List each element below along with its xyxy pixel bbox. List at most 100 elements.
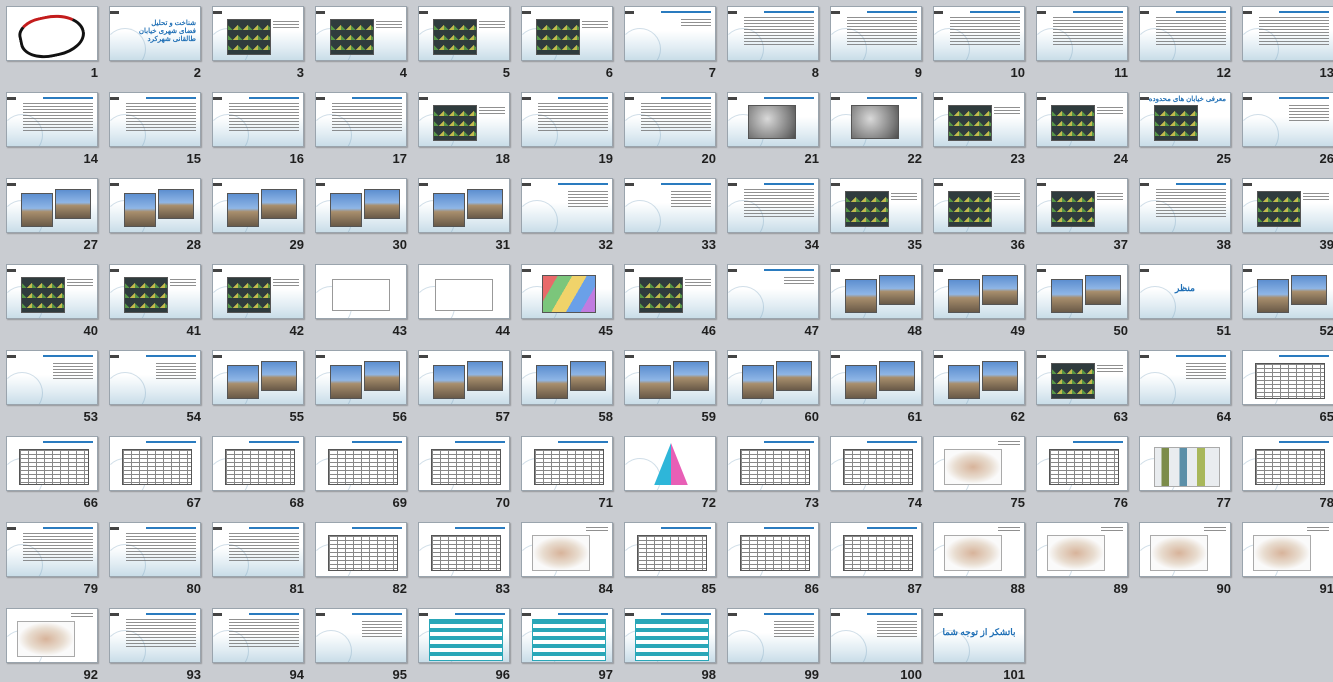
slide-thumbnail-33[interactable]: 33	[624, 178, 716, 252]
slide-thumbnail-95[interactable]: 95	[315, 608, 407, 682]
slide-thumbnail-27[interactable]: 27	[6, 178, 98, 252]
slide-thumbnail-39[interactable]: 39	[1242, 178, 1333, 252]
slide-thumbnail-10[interactable]: 10	[933, 6, 1025, 80]
slide-thumbnail-65[interactable]: 65	[1242, 350, 1333, 424]
slide-thumbnail-17[interactable]: 17	[315, 92, 407, 166]
slide-thumbnail-70[interactable]: 70	[418, 436, 510, 510]
slide-thumbnail-15[interactable]: 15	[109, 92, 201, 166]
slide-thumbnail-32[interactable]: 32	[521, 178, 613, 252]
slide-thumbnail-13[interactable]: 13	[1242, 6, 1333, 80]
slide-thumbnail-9[interactable]: 9	[830, 6, 922, 80]
slide-thumbnail-85[interactable]: 85	[624, 522, 716, 596]
slide-thumbnail-74[interactable]: 74	[830, 436, 922, 510]
slide-thumbnail-58[interactable]: 58	[521, 350, 613, 424]
slide-thumbnail-77[interactable]: 77	[1139, 436, 1231, 510]
slide-thumbnail-29[interactable]: 29	[212, 178, 304, 252]
slide-thumbnail-5[interactable]: 5	[418, 6, 510, 80]
slide-thumbnail-93[interactable]: 93	[109, 608, 201, 682]
slide-thumbnail-3[interactable]: 3	[212, 6, 304, 80]
slide-thumbnail-51[interactable]: منظر 51	[1139, 264, 1231, 338]
slide-thumbnail-89[interactable]: 89	[1036, 522, 1128, 596]
slide-thumbnail-84[interactable]: 84	[521, 522, 613, 596]
slide-thumbnail-96[interactable]: 96	[418, 608, 510, 682]
slide-thumbnail-78[interactable]: 78	[1242, 436, 1333, 510]
slide-thumbnail-62[interactable]: 62	[933, 350, 1025, 424]
slide-thumbnail-59[interactable]: 59	[624, 350, 716, 424]
slide-thumbnail-91[interactable]: 91	[1242, 522, 1333, 596]
slide-thumbnail-30[interactable]: 30	[315, 178, 407, 252]
slide-thumbnail-87[interactable]: 87	[830, 522, 922, 596]
slide-thumbnail-1[interactable]: 1	[6, 6, 98, 80]
slide-thumbnail-79[interactable]: 79	[6, 522, 98, 596]
slide-thumbnail-56[interactable]: 56	[315, 350, 407, 424]
slide-thumbnail-92[interactable]: 92	[6, 608, 98, 682]
slide-thumbnail-22[interactable]: 22	[830, 92, 922, 166]
slide-thumbnail-40[interactable]: 40	[6, 264, 98, 338]
slide-thumbnail-64[interactable]: 64	[1139, 350, 1231, 424]
slide-thumbnail-80[interactable]: 80	[109, 522, 201, 596]
slide-thumbnail-34[interactable]: 34	[727, 178, 819, 252]
slide-thumbnail-4[interactable]: 4	[315, 6, 407, 80]
slide-thumbnail-31[interactable]: 31	[418, 178, 510, 252]
slide-thumbnail-16[interactable]: 16	[212, 92, 304, 166]
slide-thumbnail-101[interactable]: باتشکر از توجه شما 101	[933, 608, 1025, 682]
slide-thumbnail-45[interactable]: 45	[521, 264, 613, 338]
slide-thumbnail-6[interactable]: 6	[521, 6, 613, 80]
slide-thumbnail-12[interactable]: 12	[1139, 6, 1231, 80]
slide-thumbnail-47[interactable]: 47	[727, 264, 819, 338]
slide-thumbnail-54[interactable]: 54	[109, 350, 201, 424]
slide-thumbnail-21[interactable]: 21	[727, 92, 819, 166]
slide-thumbnail-75[interactable]: 75	[933, 436, 1025, 510]
slide-thumbnail-52[interactable]: 52	[1242, 264, 1333, 338]
slide-thumbnail-42[interactable]: 42	[212, 264, 304, 338]
slide-thumbnail-14[interactable]: 14	[6, 92, 98, 166]
slide-thumbnail-53[interactable]: 53	[6, 350, 98, 424]
slide-thumbnail-88[interactable]: 88	[933, 522, 1025, 596]
slide-thumbnail-94[interactable]: 94	[212, 608, 304, 682]
slide-thumbnail-28[interactable]: 28	[109, 178, 201, 252]
slide-thumbnail-25[interactable]: معرفی خیابان های محدوده 25	[1139, 92, 1231, 166]
slide-thumbnail-36[interactable]: 36	[933, 178, 1025, 252]
slide-thumbnail-63[interactable]: 63	[1036, 350, 1128, 424]
slide-thumbnail-19[interactable]: 19	[521, 92, 613, 166]
slide-thumbnail-98[interactable]: 98	[624, 608, 716, 682]
slide-thumbnail-67[interactable]: 67	[109, 436, 201, 510]
slide-thumbnail-83[interactable]: 83	[418, 522, 510, 596]
slide-thumbnail-11[interactable]: 11	[1036, 6, 1128, 80]
slide-thumbnail-49[interactable]: 49	[933, 264, 1025, 338]
slide-thumbnail-2[interactable]: شناخت و تحلیل فضای شهری خیابان طالقانی ش…	[109, 6, 201, 80]
slide-thumbnail-55[interactable]: 55	[212, 350, 304, 424]
slide-thumbnail-48[interactable]: 48	[830, 264, 922, 338]
slide-thumbnail-43[interactable]: 43	[315, 264, 407, 338]
slide-thumbnail-20[interactable]: 20	[624, 92, 716, 166]
slide-thumbnail-44[interactable]: 44	[418, 264, 510, 338]
slide-thumbnail-23[interactable]: 23	[933, 92, 1025, 166]
slide-thumbnail-97[interactable]: 97	[521, 608, 613, 682]
slide-thumbnail-7[interactable]: 7	[624, 6, 716, 80]
slide-thumbnail-46[interactable]: 46	[624, 264, 716, 338]
slide-thumbnail-100[interactable]: 100	[830, 608, 922, 682]
slide-thumbnail-38[interactable]: 38	[1139, 178, 1231, 252]
slide-thumbnail-50[interactable]: 50	[1036, 264, 1128, 338]
slide-thumbnail-35[interactable]: 35	[830, 178, 922, 252]
slide-thumbnail-8[interactable]: 8	[727, 6, 819, 80]
slide-thumbnail-82[interactable]: 82	[315, 522, 407, 596]
slide-thumbnail-72[interactable]: 72	[624, 436, 716, 510]
slide-thumbnail-57[interactable]: 57	[418, 350, 510, 424]
slide-thumbnail-37[interactable]: 37	[1036, 178, 1128, 252]
slide-thumbnail-60[interactable]: 60	[727, 350, 819, 424]
slide-thumbnail-90[interactable]: 90	[1139, 522, 1231, 596]
slide-thumbnail-41[interactable]: 41	[109, 264, 201, 338]
slide-thumbnail-26[interactable]: 26	[1242, 92, 1333, 166]
slide-thumbnail-73[interactable]: 73	[727, 436, 819, 510]
slide-thumbnail-99[interactable]: 99	[727, 608, 819, 682]
slide-thumbnail-81[interactable]: 81	[212, 522, 304, 596]
slide-thumbnail-68[interactable]: 68	[212, 436, 304, 510]
slide-thumbnail-24[interactable]: 24	[1036, 92, 1128, 166]
slide-thumbnail-61[interactable]: 61	[830, 350, 922, 424]
slide-thumbnail-69[interactable]: 69	[315, 436, 407, 510]
slide-thumbnail-71[interactable]: 71	[521, 436, 613, 510]
slide-thumbnail-76[interactable]: 76	[1036, 436, 1128, 510]
slide-thumbnail-66[interactable]: 66	[6, 436, 98, 510]
slide-thumbnail-18[interactable]: 18	[418, 92, 510, 166]
